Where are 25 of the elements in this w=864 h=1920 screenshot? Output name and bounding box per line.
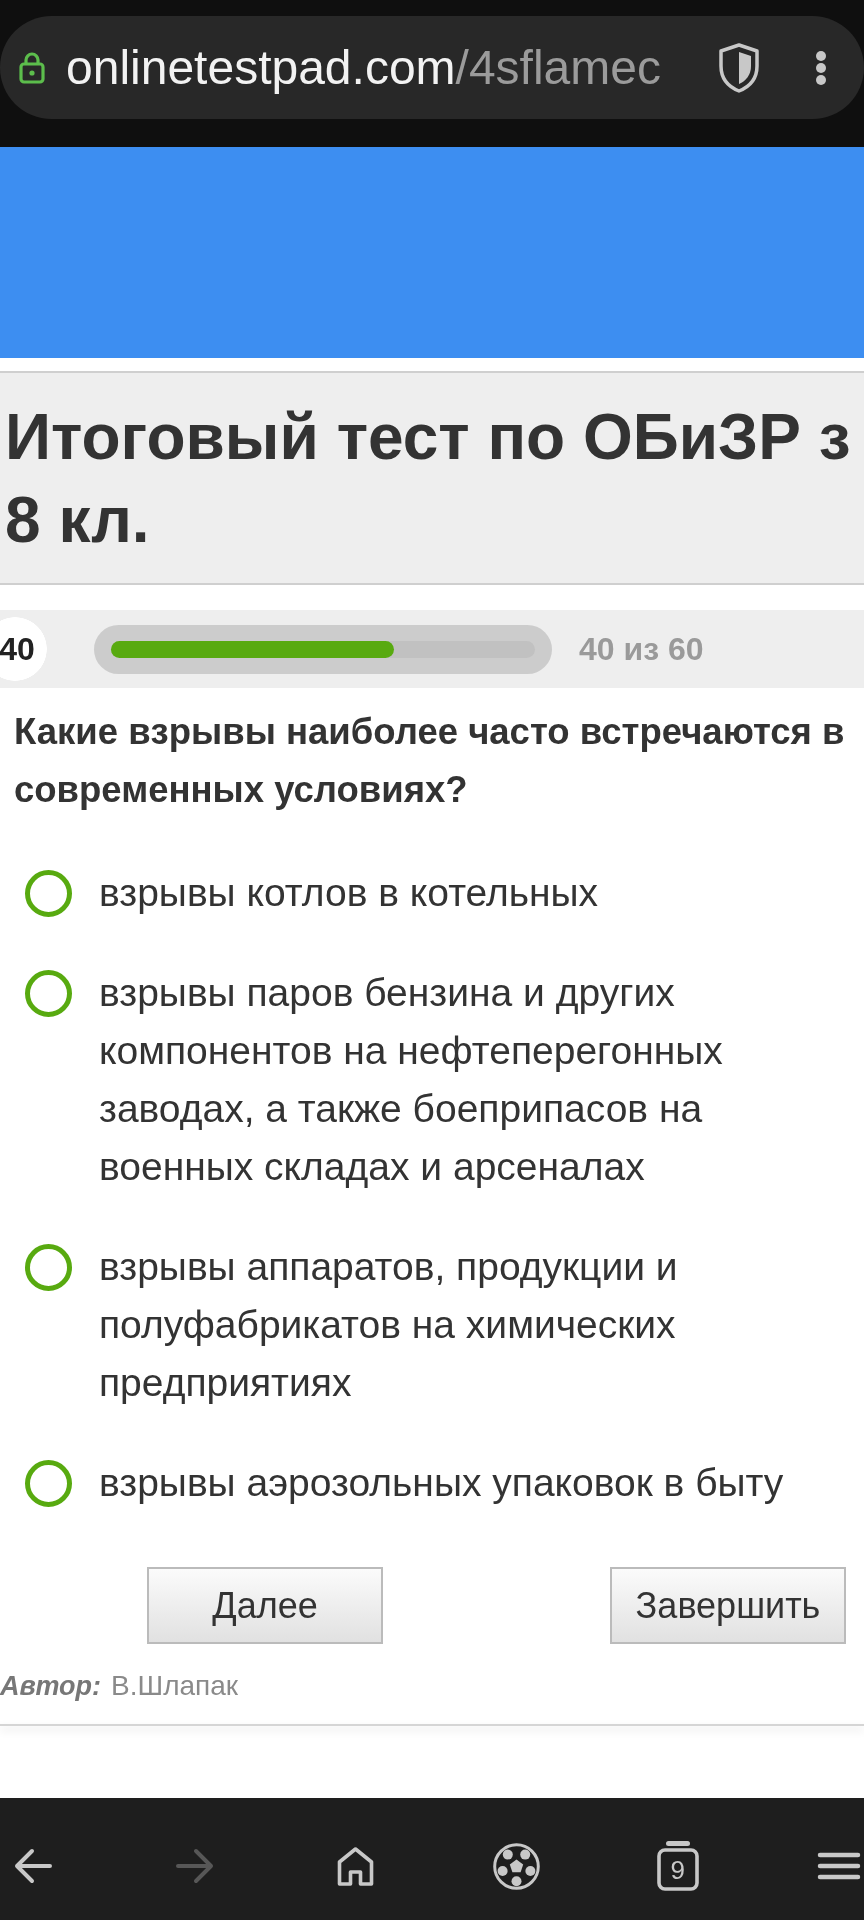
finish-button[interactable]: Завершить: [610, 1567, 846, 1644]
author-label: Автор:: [0, 1670, 102, 1703]
question-number-badge: 40: [0, 617, 47, 681]
tabs-button[interactable]: 9: [655, 1840, 700, 1892]
menu-icon[interactable]: [816, 1851, 861, 1881]
test-title: Итоговый тест по ОБиЗР з 8 кл.: [5, 400, 851, 558]
url-text[interactable]: onlinetestpad.com/4sflamec: [66, 39, 661, 96]
option-label[interactable]: взрывы аэрозольных упаковок в быту: [99, 1454, 784, 1512]
home-icon[interactable]: [335, 1845, 375, 1887]
back-arrow-icon[interactable]: [13, 1848, 53, 1884]
option-label[interactable]: взрывы котлов в котельных: [99, 864, 599, 922]
option-label[interactable]: взрывы паров бензина и других компонентов на нефтеперегонных заводах, а также боеприпасов на военных складах и арсеналах: [99, 964, 814, 1196]
shield-icon[interactable]: [717, 41, 761, 94]
tabs-icon: [655, 1840, 700, 1892]
soccer-ball-icon[interactable]: [493, 1842, 541, 1890]
radio-button[interactable]: [25, 1243, 72, 1291]
author-name: В.Шлапак: [111, 1669, 239, 1703]
more-options-icon[interactable]: [814, 49, 828, 86]
progress-label: 40 из 60: [579, 630, 704, 668]
radio-button[interactable]: [25, 1459, 72, 1507]
question-text: Какие взрывы наиболее часто встречаются в современных условиях?: [14, 710, 846, 812]
radio-button[interactable]: [25, 869, 72, 917]
radio-button[interactable]: [25, 969, 72, 1017]
option-label[interactable]: взрывы аппаратов, продукции и полуфабрикатов на химических предприятиях: [99, 1238, 814, 1412]
next-button[interactable]: Далее: [147, 1567, 383, 1644]
